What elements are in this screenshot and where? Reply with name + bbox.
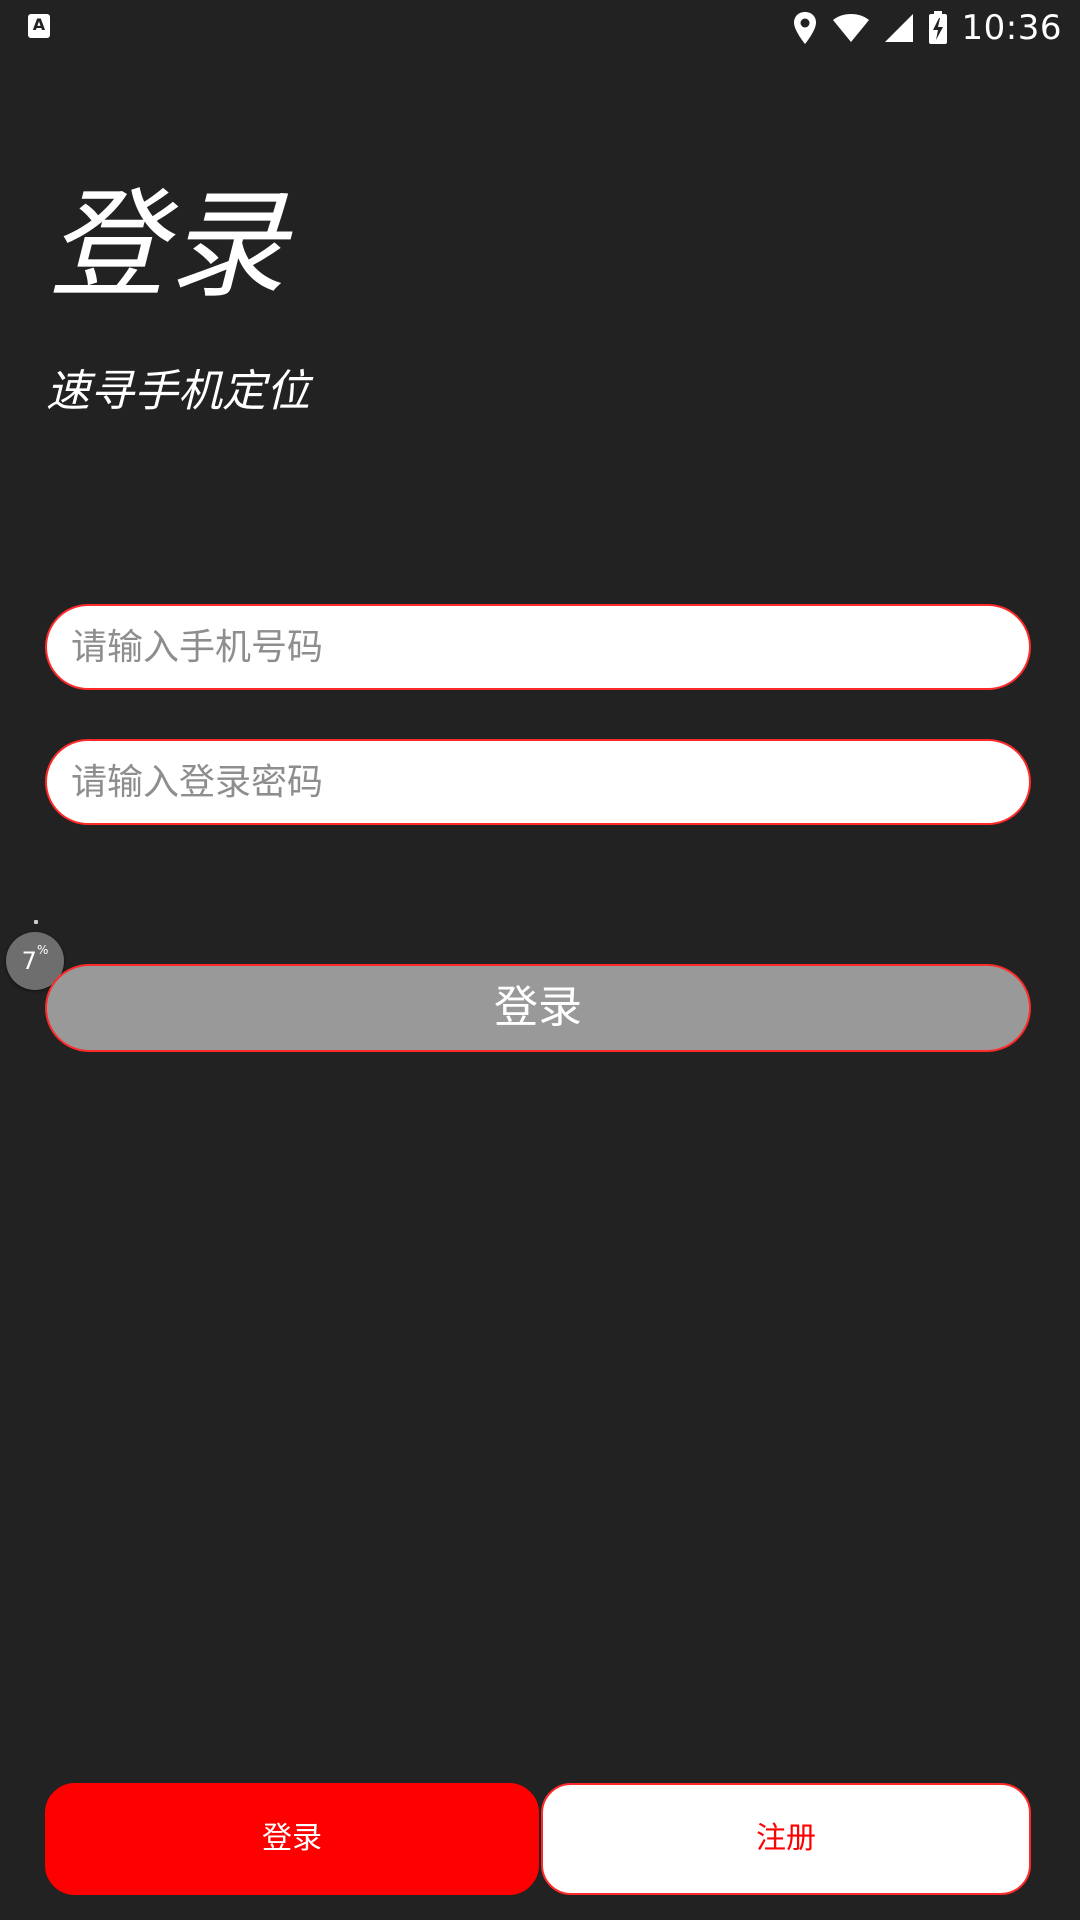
battery-charging-icon [928,11,947,44]
signal-icon [884,14,913,42]
page-subtitle: 速寻手机定位 [46,366,310,417]
status-icons: 10:36 [792,6,1062,50]
login-button[interactable]: 登录 [45,964,1031,1052]
phone-field[interactable] [45,604,1031,690]
phone-input[interactable] [47,606,1029,688]
badge-unit: % [36,943,49,957]
page-title: 登录 [48,176,289,314]
tab-login[interactable]: 登录 [45,1783,539,1895]
login-screen: A 10:36 登录 速寻手机定位 7 [0,0,1080,1920]
tab-register[interactable]: 注册 [541,1783,1031,1895]
status-time: 10:36 [961,8,1062,48]
badge-value: 7 [21,947,37,975]
location-icon [793,12,816,44]
notification-app-icon: A [28,14,50,38]
password-field[interactable] [45,739,1031,825]
status-bar: A 10:36 [0,0,1080,55]
password-input[interactable] [47,741,1029,823]
wifi-icon [832,14,869,42]
bubble-tick [34,920,38,924]
